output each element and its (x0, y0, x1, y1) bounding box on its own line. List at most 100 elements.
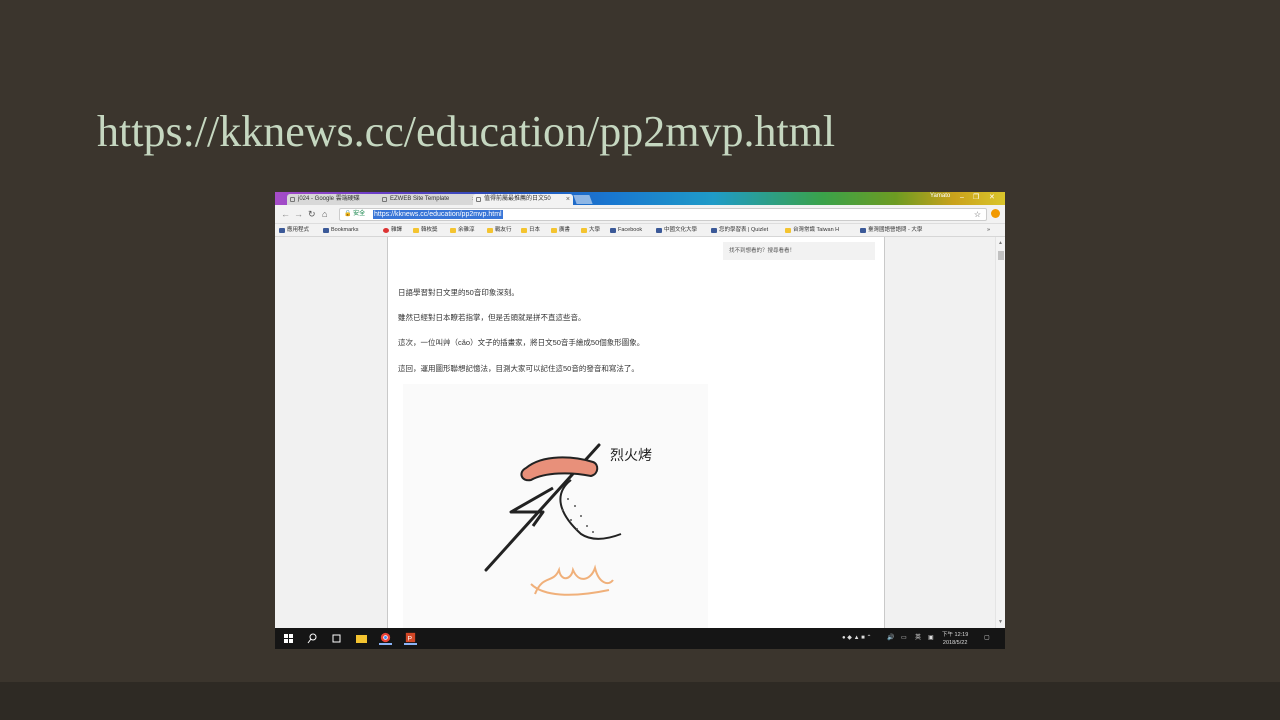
secure-indicator[interactable]: 🔒 安全 (344, 209, 365, 220)
address-bar[interactable]: 🔒 安全 https://kknews.cc/education/pp2mvp.… (339, 208, 987, 221)
bookmark-item[interactable]: 余雜淳 (450, 224, 475, 237)
site-icon (785, 228, 791, 233)
page-icon (476, 197, 481, 202)
slide-footer-band (0, 682, 1280, 720)
forward-icon[interactable]: → (294, 208, 303, 220)
folder-icon (413, 228, 419, 233)
bookmark-label: 韓枚獎 (421, 227, 438, 233)
bookmarks-bar: 應用程式 Bookmarks 雜譯 韓枚獎 余雜淳 戰友行 日本 廣書 大學 F… (275, 224, 1005, 237)
folder-icon (487, 228, 493, 233)
web-page: 找不到想看的？搜尋看看！ 日語學習對日文里的50音印象深刻。 雖然已經對日本瞭若… (275, 237, 1005, 628)
bookmark-bookmarks[interactable]: Bookmarks (323, 224, 359, 237)
tab-label: j024 - Google 雲端硬碟 (298, 196, 360, 202)
bookmark-label: Bookmarks (331, 227, 359, 233)
bookmark-item[interactable]: 臺灣國語營語問 - 大學 (860, 224, 922, 237)
article-paragraph: 雖然已經對日本瞭若指掌，但是舌頭就是拼不直這些音。 (398, 313, 586, 322)
folder-icon (551, 228, 557, 233)
browser-screenshot: j024 - Google 雲端硬碟 × EZWEB Site Template… (275, 192, 1005, 649)
kana-illustration: 烈火烤 (403, 384, 708, 628)
bookmark-item[interactable]: 廣書 (551, 224, 570, 237)
bookmark-label: 戰友行 (495, 227, 512, 233)
bookmark-star-icon[interactable]: ☆ (974, 209, 981, 220)
bookmark-label: 廣書 (559, 227, 571, 233)
windows-taskbar: P ● ◆ ▲ ■ ⌃ 🔊 ▭ 英 ▣ 下午 12:19 2018/5/22 ▢ (275, 628, 1005, 649)
keyboard-icon[interactable]: ▣ (928, 628, 934, 649)
svg-text:P: P (408, 635, 413, 642)
search-icon[interactable] (306, 632, 319, 645)
notification-icon[interactable]: ▢ (984, 628, 990, 649)
slide-title: https://kknews.cc/education/pp2mvp.html (97, 107, 836, 156)
page-scrollbar[interactable]: ▲ ▼ (995, 237, 1005, 628)
bookmark-label: 日本 (529, 227, 541, 233)
bookmark-label: 台灣常識 Taiwan H (793, 227, 840, 233)
tab-label: 值得前屬最推薦的日文50 (484, 196, 551, 202)
reload-icon[interactable]: ↻ (308, 208, 316, 220)
scroll-up-icon[interactable]: ▲ (998, 240, 1003, 246)
bookmark-item[interactable]: 雜譯 (383, 224, 402, 237)
tray-icons[interactable]: ● ◆ ▲ ■ ⌃ (842, 628, 872, 649)
apps-icon (279, 228, 285, 233)
profile-name[interactable]: Yamato (930, 193, 950, 199)
kana-drawing (484, 443, 622, 596)
bookmark-item[interactable]: 戰友行 (487, 224, 512, 237)
tab-google-drive[interactable]: j024 - Google 雲端硬碟 × (287, 194, 387, 205)
close-icon[interactable]: × (566, 194, 570, 205)
bookmark-label: 中國文化大學 (664, 227, 698, 233)
url-text[interactable]: https://kknews.cc/education/pp2mvp.html (373, 210, 503, 219)
bookmark-item[interactable]: 中國文化大學 (656, 224, 697, 237)
extension-icon[interactable] (991, 209, 1000, 218)
page-icon (382, 197, 387, 202)
tab-ezweb[interactable]: EZWEB Site Template × (379, 194, 479, 205)
minimize-icon[interactable]: – (960, 192, 964, 204)
powerpoint-icon[interactable]: P (404, 632, 417, 645)
taskbar-clock[interactable]: 下午 12:19 2018/5/22 (942, 631, 968, 647)
heart-icon (383, 228, 389, 233)
clock-time: 下午 12:19 (942, 632, 969, 638)
back-icon[interactable]: ← (281, 208, 290, 220)
folder-icon (521, 228, 527, 233)
restore-icon[interactable]: ❐ (973, 192, 979, 204)
article-paragraph: 日語學習對日文里的50音印象深刻。 (398, 288, 519, 297)
clock-date: 2018/5/22 (942, 640, 968, 646)
bookmark-item[interactable]: 台灣常識 Taiwan H (785, 224, 839, 237)
article-paragraph: 這回，運用圖形聯想記憶法，目測大家可以記住這50音的發音和寫法了。 (398, 364, 639, 373)
bookmark-label: 臺灣國語營語問 - 大學 (868, 227, 923, 233)
scroll-down-icon[interactable]: ▼ (998, 619, 1003, 625)
quizlet-icon (711, 228, 717, 233)
bookmark-item[interactable]: 日本 (521, 224, 540, 237)
network-icon[interactable]: ▭ (901, 628, 907, 649)
drive-icon (290, 197, 295, 202)
home-icon[interactable]: ⌂ (322, 208, 327, 220)
browser-toolbar: ← → ↻ ⌂ 🔒 安全 https://kknews.cc/education… (275, 205, 1005, 224)
volume-icon[interactable]: 🔊 (887, 628, 894, 649)
bookmark-facebook[interactable]: Facebook (610, 224, 642, 237)
search-prompt-box[interactable]: 找不到想看的？搜尋看看！ (723, 242, 875, 260)
bookmark-item[interactable]: 大學 (581, 224, 600, 237)
bookmark-label: 余雜淳 (458, 227, 475, 233)
bookmark-label: 您的學習表 | Quizlet (719, 227, 769, 233)
bookmark-label: 應用程式 (287, 227, 310, 233)
folder-icon (450, 228, 456, 233)
task-view-icon[interactable] (330, 632, 343, 645)
article-column: 找不到想看的？搜尋看看！ 日語學習對日文里的50音印象深刻。 雖然已經對日本瞭若… (387, 237, 885, 628)
chrome-icon[interactable] (379, 632, 392, 645)
tab-label: EZWEB Site Template (390, 196, 450, 202)
folder-icon (581, 228, 587, 233)
tab-article[interactable]: 值得前屬最推薦的日文50 × (473, 194, 573, 205)
scroll-thumb[interactable] (998, 251, 1004, 260)
illustration-caption: 烈火烤 (610, 448, 652, 464)
bookmark-apps[interactable]: 應用程式 (279, 224, 309, 237)
bookmarks-overflow[interactable]: » (987, 224, 990, 237)
secure-label: 安全 (353, 211, 366, 217)
ime-indicator[interactable]: 英 (915, 628, 921, 649)
windows-start-icon[interactable] (282, 632, 295, 645)
close-window-icon[interactable]: ✕ (989, 192, 995, 204)
bookmark-item[interactable]: 韓枚獎 (413, 224, 438, 237)
bookmark-label: 大學 (589, 227, 601, 233)
bookmark-label: 雜譯 (391, 227, 403, 233)
new-tab-button[interactable] (573, 195, 593, 204)
bookmark-quizlet[interactable]: 您的學習表 | Quizlet (711, 224, 768, 237)
file-explorer-icon[interactable] (355, 632, 368, 645)
star-icon (323, 228, 329, 233)
bookmark-label: Facebook (618, 227, 643, 233)
